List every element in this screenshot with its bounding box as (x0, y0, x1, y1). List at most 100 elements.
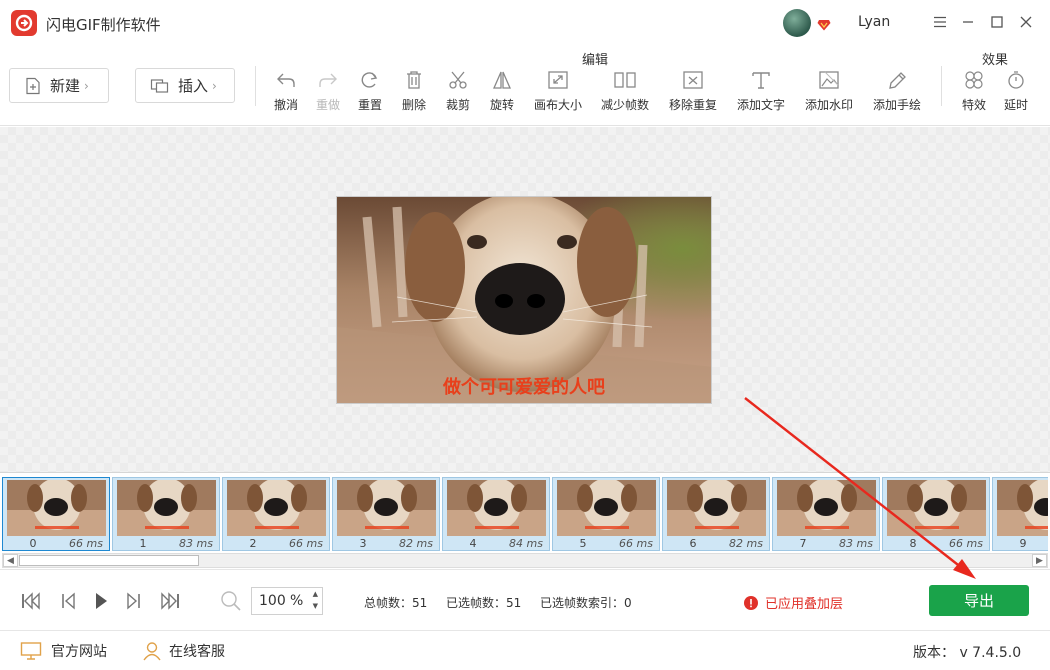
toolbar-divider (255, 66, 256, 106)
delete-label: 删除 (401, 98, 426, 112)
insert-button-label: 插入 (178, 77, 209, 95)
play-icon[interactable] (89, 590, 113, 612)
frame-duration: 66 ms (289, 537, 323, 550)
frame-image (557, 480, 656, 536)
frame-thumbnail[interactable]: 8 66 ms (882, 477, 990, 551)
add-watermark-label: 添加水印 (804, 98, 853, 112)
frame-thumbnail[interactable]: 3 82 ms (332, 477, 440, 551)
monitor-icon (20, 642, 42, 660)
zoom-unit: % (290, 593, 304, 609)
frame-duration: 66 ms (949, 537, 983, 550)
filmstrip-scrollbar[interactable]: ◀ ▶ (2, 553, 1048, 568)
frame-duration: 84 ms (509, 537, 543, 550)
scrollbar-thumb[interactable] (19, 555, 199, 566)
zoom-down-icon[interactable]: ▼ (313, 602, 318, 610)
zoom-up-icon[interactable]: ▲ (313, 590, 318, 598)
zoom-stepper[interactable]: 100 % ▲ ▼ (251, 587, 323, 615)
frame-index: 6 (689, 537, 697, 550)
official-website-label: 官方网站 (51, 644, 107, 660)
frames-icon (614, 72, 636, 88)
frame-index: 4 (469, 537, 477, 550)
frame-index: 7 (799, 537, 807, 550)
crop-button[interactable]: 裁剪 (443, 68, 473, 118)
close-icon[interactable] (1016, 12, 1036, 32)
reset-label: 重置 (357, 98, 382, 112)
frame-thumbnail[interactable]: 9 (992, 477, 1048, 551)
next-frame-icon[interactable] (122, 590, 146, 612)
delay-button[interactable]: 延时 (1001, 68, 1031, 118)
zoom-icon (219, 590, 243, 612)
add-text-button[interactable]: 添加文字 (735, 68, 787, 118)
frame-thumbnail[interactable]: 0 66 ms (2, 477, 110, 551)
frame-thumbnail[interactable]: 6 82 ms (662, 477, 770, 551)
insert-button[interactable]: 插入 › (135, 68, 235, 103)
canvas-area[interactable]: 做个可可爱爱的人吧 (0, 127, 1050, 472)
new-button[interactable]: 新建 › (9, 68, 109, 103)
avatar[interactable] (783, 9, 811, 37)
frame-image (997, 480, 1048, 536)
crop-label: 裁剪 (445, 98, 470, 112)
maximize-icon[interactable] (987, 12, 1007, 32)
chevron-right-icon: › (84, 78, 89, 93)
official-website-link[interactable]: 官方网站 (20, 641, 107, 661)
reduce-frames-button[interactable]: 减少帧数 (599, 68, 651, 118)
edit-group-label: 编辑 (582, 53, 609, 68)
export-button[interactable]: 导出 (929, 585, 1029, 616)
frame-image (227, 480, 326, 536)
undo-button[interactable]: 撤消 (271, 68, 301, 118)
scissors-icon (449, 71, 467, 89)
frame-thumbnail[interactable]: 5 66 ms (552, 477, 660, 551)
first-frame-icon[interactable] (19, 590, 43, 612)
remove-duplicates-button[interactable]: 移除重复 (667, 68, 719, 118)
scroll-left-icon[interactable]: ◀ (3, 554, 18, 567)
reset-button[interactable]: 重置 (355, 68, 385, 118)
scroll-right-icon[interactable]: ▶ (1032, 554, 1047, 567)
frame-thumbnail[interactable]: 1 83 ms (112, 477, 220, 551)
frame-index: 9 (1019, 537, 1027, 550)
frame-image (337, 480, 436, 536)
hamburger-menu-icon[interactable] (930, 12, 950, 32)
effects-group-label: 效果 (982, 53, 1009, 68)
status-bar: 官方网站 在线客服 版本： v 7.4.5.0 (0, 630, 1050, 670)
online-support-link[interactable]: 在线客服 (142, 641, 225, 661)
frame-index: 0 (29, 537, 37, 550)
app-logo-icon (11, 10, 37, 36)
frame-duration: 82 ms (399, 537, 433, 550)
frame-image (667, 480, 766, 536)
frame-thumbnail[interactable]: 7 83 ms (772, 477, 880, 551)
minimize-icon[interactable] (958, 12, 978, 32)
online-support-label: 在线客服 (169, 644, 225, 660)
toolbar: 编辑 效果 新建 › 插入 › 撤消 重做 重置 删除 裁剪 旋转 画布大小 减… (0, 46, 1050, 126)
preview-caption: 做个可可爱爱的人吧 (443, 377, 605, 398)
username[interactable]: Lyan (858, 14, 890, 30)
add-drawing-button[interactable]: 添加手绘 (871, 68, 923, 118)
overlay-notice[interactable]: 已应用叠加层 (744, 593, 843, 612)
frame-thumbnail[interactable]: 2 66 ms (222, 477, 330, 551)
frame-index: 8 (909, 537, 917, 550)
frame-thumbnail[interactable]: 4 84 ms (442, 477, 550, 551)
alert-icon (744, 595, 758, 610)
trash-icon (407, 71, 421, 89)
resize-icon (548, 71, 568, 89)
last-frame-icon[interactable] (158, 590, 182, 612)
zoom-value[interactable]: 100 (259, 593, 286, 609)
rotate-label: 旋转 (489, 98, 514, 112)
frame-image (777, 480, 876, 536)
frame-filmstrip[interactable]: 0 66 ms 1 83 ms 2 66 ms 3 82 ms 4 84 ms 5 66 ms 6 82 … (0, 472, 1050, 568)
user-support-icon (143, 642, 161, 661)
vip-diamond-icon[interactable] (817, 16, 831, 35)
new-file-icon (26, 77, 40, 94)
redo-button[interactable]: 重做 (313, 68, 343, 118)
canvas-size-button[interactable]: 画布大小 (532, 68, 584, 118)
previous-frame-icon[interactable] (56, 590, 80, 612)
add-drawing-label: 添加手绘 (872, 98, 921, 112)
delete-button[interactable]: 删除 (399, 68, 429, 118)
overlay-notice-text: 已应用叠加层 (765, 597, 844, 612)
gif-preview[interactable]: 做个可可爱爱的人吧 (336, 196, 712, 404)
delay-label: 延时 (1003, 98, 1028, 112)
frame-image (887, 480, 986, 536)
rotate-button[interactable]: 旋转 (487, 68, 517, 118)
frame-index: 3 (359, 537, 367, 550)
effects-button[interactable]: 特效 (959, 68, 989, 118)
add-watermark-button[interactable]: 添加水印 (803, 68, 855, 118)
